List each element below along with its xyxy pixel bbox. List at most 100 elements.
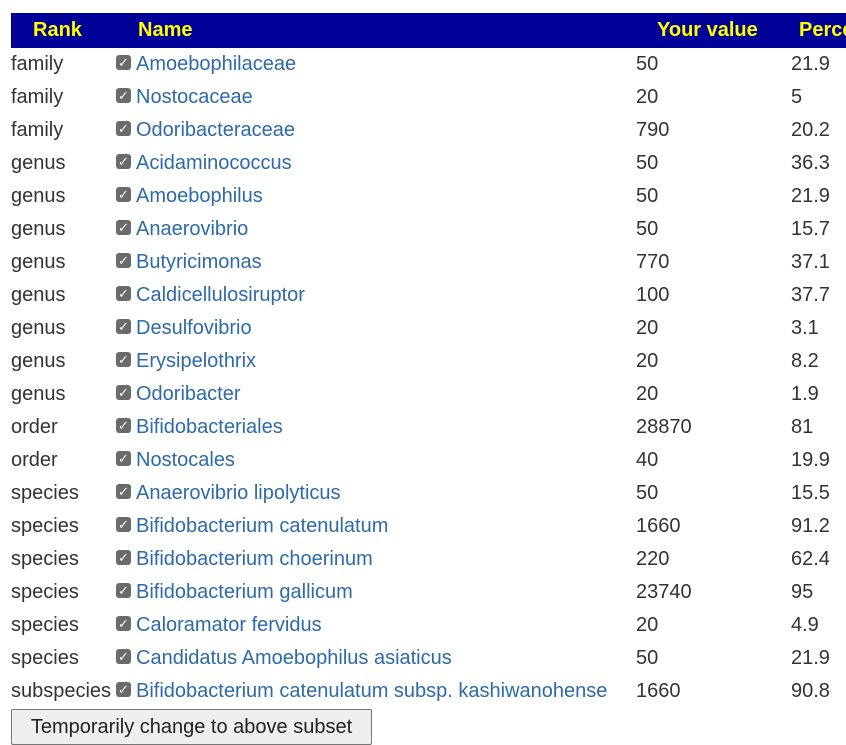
row-checkbox[interactable]: ✓	[116, 187, 131, 203]
table-row: family ✓ Amoebophilaceae 50 21.9	[11, 48, 846, 81]
rank-cell: genus	[11, 152, 66, 174]
taxon-link[interactable]: Candidatus Amoebophilus asiaticus	[136, 647, 452, 669]
row-checkbox[interactable]: ✓	[116, 517, 131, 533]
row-checkbox[interactable]: ✓	[116, 451, 131, 467]
column-header-name[interactable]: Name	[116, 13, 635, 48]
table-row: family ✓ Nostocaceae 20 5	[11, 81, 846, 114]
percentile-cell: 21.9	[791, 53, 830, 75]
name-cell: ✓ Caloramator fervidus	[116, 609, 635, 642]
taxon-link[interactable]: Nostocaceae	[136, 86, 253, 108]
value-cell: 20	[636, 614, 659, 636]
rank-cell: genus	[11, 317, 66, 339]
row-checkbox[interactable]: ✓	[116, 484, 131, 500]
column-header-percentile[interactable]: Percentile	[778, 13, 846, 48]
rank-cell: species	[11, 548, 79, 570]
rank-cell: genus	[11, 218, 66, 240]
row-checkbox[interactable]: ✓	[116, 253, 131, 269]
taxon-link[interactable]: Bifidobacterium choerinum	[136, 548, 373, 570]
taxon-link[interactable]: Anaerovibrio	[136, 218, 248, 240]
percentile-cell: 1.9	[791, 383, 819, 405]
rank-cell: species	[11, 581, 79, 603]
percentile-cell: 19.9	[791, 449, 830, 471]
row-checkbox[interactable]: ✓	[116, 88, 131, 104]
table-row: family ✓ Odoribacteraceae 790 20.2	[11, 114, 846, 147]
name-cell: ✓ Nostocales	[116, 444, 635, 477]
row-checkbox[interactable]: ✓	[116, 418, 131, 434]
value-cell: 40	[636, 449, 659, 471]
taxon-link[interactable]: Anaerovibrio lipolyticus	[136, 482, 341, 504]
change-subset-button[interactable]: Temporarily change to above subset	[11, 709, 372, 745]
row-checkbox[interactable]: ✓	[116, 55, 131, 71]
taxon-link[interactable]: Butyricimonas	[136, 251, 262, 273]
rank-cell: family	[11, 53, 64, 75]
column-header-rank[interactable]: Rank	[11, 13, 116, 48]
table-row: order ✓ Bifidobacteriales 28870 81	[11, 411, 846, 444]
row-checkbox[interactable]: ✓	[116, 583, 131, 599]
row-checkbox[interactable]: ✓	[116, 220, 131, 236]
rank-cell: species	[11, 515, 79, 537]
rank-cell: subspecies	[11, 680, 112, 702]
taxon-link[interactable]: Caldicellulosiruptor	[136, 284, 305, 306]
name-cell: ✓ Odoribacteraceae	[116, 114, 635, 147]
taxon-link[interactable]: Bifidobacterium catenulatum subsp. kashi…	[136, 680, 607, 702]
row-checkbox[interactable]: ✓	[116, 616, 131, 632]
percentile-cell: 62.4	[791, 548, 830, 570]
value-cell: 50	[636, 647, 659, 669]
percentile-cell: 37.1	[791, 251, 830, 273]
column-header-value[interactable]: Your value	[635, 13, 778, 48]
percentile-cell: 91.2	[791, 515, 830, 537]
name-cell: ✓ Bifidobacteriales	[116, 411, 635, 444]
rank-cell: genus	[11, 383, 66, 405]
row-checkbox[interactable]: ✓	[116, 319, 131, 335]
row-checkbox[interactable]: ✓	[116, 649, 131, 665]
name-cell: ✓ Bifidobacterium gallicum	[116, 576, 635, 609]
row-checkbox[interactable]: ✓	[116, 682, 131, 698]
taxon-link[interactable]: Bifidobacterium catenulatum	[136, 515, 388, 537]
taxon-link[interactable]: Bifidobacterium gallicum	[136, 581, 353, 603]
taxon-link[interactable]: Odoribacteraceae	[136, 119, 295, 141]
percentile-cell: 8.2	[791, 350, 819, 372]
value-cell: 1660	[636, 515, 681, 537]
percentile-cell: 3.1	[791, 317, 819, 339]
name-cell: ✓ Odoribacter	[116, 378, 635, 411]
taxon-link[interactable]: Odoribacter	[136, 383, 241, 405]
taxon-link[interactable]: Amoebophilus	[136, 185, 263, 207]
table-row: genus ✓ Amoebophilus 50 21.9	[11, 180, 846, 213]
taxon-link[interactable]: Caloramator fervidus	[136, 614, 322, 636]
percentile-cell: 81	[791, 416, 814, 438]
rank-cell: order	[11, 449, 58, 471]
rank-cell: species	[11, 482, 79, 504]
table-row: genus ✓ Anaerovibrio 50 15.7	[11, 213, 846, 246]
percentile-cell: 5	[791, 86, 803, 108]
table-row: subspecies ✓ Bifidobacterium catenulatum s…	[11, 675, 846, 708]
table-row: genus ✓ Caldicellulosiruptor 100 37.7	[11, 279, 846, 312]
row-checkbox[interactable]: ✓	[116, 352, 131, 368]
row-checkbox[interactable]: ✓	[116, 385, 131, 401]
rank-cell: species	[11, 647, 79, 669]
percentile-cell: 21.9	[791, 185, 830, 207]
row-checkbox[interactable]: ✓	[116, 550, 131, 566]
taxon-link[interactable]: Desulfovibrio	[136, 317, 252, 339]
taxon-link[interactable]: Acidaminococcus	[136, 152, 292, 174]
name-cell: ✓ Bifidobacterium catenulatum	[116, 510, 635, 543]
table-row: species ✓ Candidatus Amoebophilus asiaticu…	[11, 642, 846, 675]
table-row: species ✓ Bifidobacterium gallicum 23740 95	[11, 576, 846, 609]
taxon-link[interactable]: Bifidobacteriales	[136, 416, 283, 438]
taxon-link[interactable]: Amoebophilaceae	[136, 53, 296, 75]
percentile-cell: 37.7	[791, 284, 830, 306]
rank-cell: genus	[11, 284, 66, 306]
table-row: species ✓ Bifidobacterium choerinum 220 62.4	[11, 543, 846, 576]
row-checkbox[interactable]: ✓	[116, 286, 131, 302]
rank-cell: species	[11, 614, 79, 636]
name-cell: ✓ Erysipelothrix	[116, 345, 635, 378]
taxon-link[interactable]: Erysipelothrix	[136, 350, 256, 372]
value-cell: 1660	[636, 680, 681, 702]
name-cell: ✓ Butyricimonas	[116, 246, 635, 279]
row-checkbox[interactable]: ✓	[116, 154, 131, 170]
name-cell: ✓ Acidaminococcus	[116, 147, 635, 180]
name-cell: ✓ Anaerovibrio lipolyticus	[116, 477, 635, 510]
row-checkbox[interactable]: ✓	[116, 121, 131, 137]
taxon-link[interactable]: Nostocales	[136, 449, 235, 471]
name-cell: ✓ Bifidobacterium catenulatum subsp. kash…	[116, 675, 635, 708]
percentile-cell: 36.3	[791, 152, 830, 174]
